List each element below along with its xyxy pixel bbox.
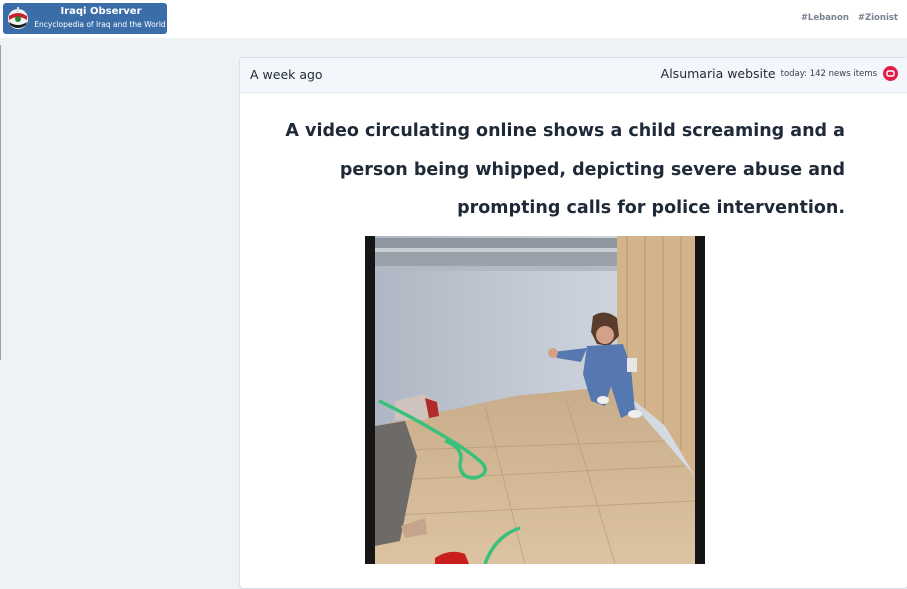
- alsumaria-logo-icon[interactable]: [883, 66, 898, 81]
- tag-zionist-link[interactable]: #Zionist: [858, 13, 898, 23]
- trending-tags: #Lebanon #Zionist: [795, 13, 898, 23]
- site-logo-link[interactable]: Iraqi Observer Encyclopedia of Iraq and …: [3, 3, 167, 34]
- news-source: Alsumaria website today: 142 news items: [661, 66, 898, 81]
- today-count: today: 142 news items: [780, 68, 877, 79]
- logo-subtitle: Encyclopedia of Iraq and the World: [34, 20, 166, 29]
- video-frame-image: [365, 236, 705, 565]
- news-card: A week ago Alsumaria website today: 142 …: [239, 57, 907, 589]
- publish-time: A week ago: [250, 67, 323, 82]
- logo-title: Iraqi Observer: [60, 6, 142, 17]
- news-card-header: A week ago Alsumaria website today: 142 …: [240, 58, 907, 93]
- iraqi-observer-emblem-icon: [8, 7, 28, 29]
- top-bar: Iraqi Observer Encyclopedia of Iraq and …: [0, 0, 907, 38]
- article-headline[interactable]: A video circulating online shows a child…: [280, 112, 845, 228]
- left-divider: [0, 45, 1, 360]
- tag-lebanon-link[interactable]: #Lebanon: [801, 13, 849, 23]
- article-video-thumbnail[interactable]: [365, 236, 705, 565]
- source-link[interactable]: Alsumaria website: [661, 66, 776, 81]
